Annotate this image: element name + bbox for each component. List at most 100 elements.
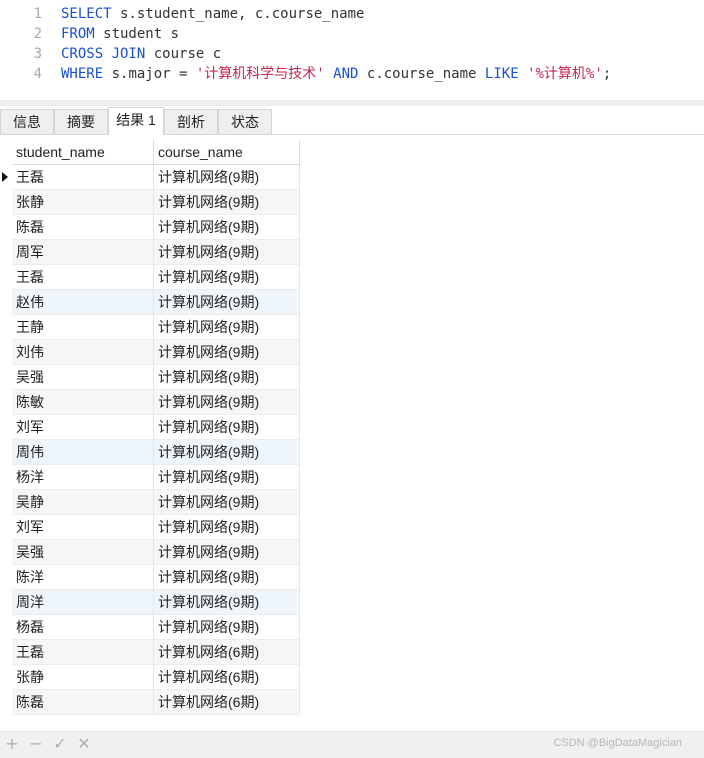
tab-0[interactable]: 信息	[0, 109, 54, 134]
table-row[interactable]: 周洋 计算机网络(9期)	[0, 590, 300, 615]
table-row[interactable]: 刘伟 计算机网络(9期)	[0, 340, 300, 365]
cell-course-name[interactable]: 计算机网络(6期)	[154, 640, 300, 665]
cell-course-name[interactable]: 计算机网络(9期)	[154, 340, 300, 365]
sql-editor[interactable]: 1 SELECT s.student_name, c.course_name 2 FR…	[0, 0, 704, 100]
cell-student-name[interactable]: 赵伟	[12, 290, 154, 315]
table-row[interactable]: 刘军 计算机网络(9期)	[0, 515, 300, 540]
cell-student-name[interactable]: 张静	[12, 190, 154, 215]
add-row-button[interactable]: +	[2, 734, 22, 754]
sql-keyword: FROM	[61, 26, 95, 42]
cell-course-name[interactable]: 计算机网络(9期)	[154, 415, 300, 440]
cell-course-name[interactable]: 计算机网络(9期)	[154, 440, 300, 465]
sql-string: '计算机科学与技术'	[195, 66, 325, 82]
cell-course-name[interactable]: 计算机网络(9期)	[154, 190, 300, 215]
cell-student-name[interactable]: 王磊	[12, 165, 154, 190]
table-row[interactable]: 吴强 计算机网络(9期)	[0, 540, 300, 565]
sql-text: student s	[94, 26, 180, 42]
cell-student-name[interactable]: 杨洋	[12, 465, 154, 490]
tab-1[interactable]: 摘要	[54, 109, 108, 134]
code-line[interactable]: 1 SELECT s.student_name, c.course_name	[0, 4, 704, 24]
cell-student-name[interactable]: 陈洋	[12, 565, 154, 590]
table-row[interactable]: 王磊 计算机网络(9期)	[0, 265, 300, 290]
code-line[interactable]: 3 CROSS JOIN course c	[0, 44, 704, 64]
apply-button[interactable]: ✓	[50, 734, 70, 754]
sql-keyword: LIKE	[484, 66, 519, 82]
cell-course-name[interactable]: 计算机网络(9期)	[154, 265, 300, 290]
sql-string: '%计算机%'	[527, 66, 603, 82]
table-row[interactable]: 张静 计算机网络(9期)	[0, 190, 300, 215]
discard-button[interactable]: ✕	[74, 734, 94, 754]
cell-student-name[interactable]: 周军	[12, 240, 154, 265]
sql-keyword: AND	[333, 66, 359, 82]
table-row[interactable]: 赵伟 计算机网络(9期)	[0, 290, 300, 315]
table-row[interactable]: 吴静 计算机网络(9期)	[0, 490, 300, 515]
table-row[interactable]: 周军 计算机网络(9期)	[0, 240, 300, 265]
cell-student-name[interactable]: 刘伟	[12, 340, 154, 365]
table-row[interactable]: 周伟 计算机网络(9期)	[0, 440, 300, 465]
cell-course-name[interactable]: 计算机网络(9期)	[154, 315, 300, 340]
table-row[interactable]: 陈磊 计算机网络(9期)	[0, 215, 300, 240]
cell-course-name[interactable]: 计算机网络(9期)	[154, 540, 300, 565]
cell-student-name[interactable]: 杨磊	[12, 615, 154, 640]
cell-student-name[interactable]: 吴强	[12, 365, 154, 390]
code-line[interactable]: 4 WHERE s.major = '计算机科学与技术' AND c.course…	[0, 64, 704, 84]
cell-course-name[interactable]: 计算机网络(9期)	[154, 515, 300, 540]
cell-course-name[interactable]: 计算机网络(9期)	[154, 390, 300, 415]
cell-course-name[interactable]: 计算机网络(9期)	[154, 165, 300, 190]
table-row[interactable]: 刘军 计算机网络(9期)	[0, 415, 300, 440]
table-row[interactable]: 杨洋 计算机网络(9期)	[0, 465, 300, 490]
line-number: 2	[33, 26, 42, 42]
code-text: SELECT s.student_name, c.course_name	[61, 4, 364, 24]
cell-course-name[interactable]: 计算机网络(9期)	[154, 565, 300, 590]
sql-text: c.course_name	[358, 66, 485, 82]
cell-course-name[interactable]: 计算机网络(9期)	[154, 365, 300, 390]
sql-keyword: CROSS JOIN	[61, 46, 146, 62]
cell-student-name[interactable]: 王磊	[12, 265, 154, 290]
cell-student-name[interactable]: 陈磊	[12, 215, 154, 240]
cell-course-name[interactable]: 计算机网络(9期)	[154, 240, 300, 265]
cell-student-name[interactable]: 陈敏	[12, 390, 154, 415]
sql-text: s.student_name, c.course_name	[111, 6, 365, 22]
table-row[interactable]: 王静 计算机网络(9期)	[0, 315, 300, 340]
line-number: 3	[33, 46, 42, 62]
cell-student-name[interactable]: 吴静	[12, 490, 154, 515]
column-header-course-name[interactable]: course_name	[154, 140, 300, 165]
sql-keyword: SELECT	[61, 6, 112, 22]
cell-course-name[interactable]: 计算机网络(9期)	[154, 590, 300, 615]
cell-student-name[interactable]: 吴强	[12, 540, 154, 565]
cell-student-name[interactable]: 刘军	[12, 415, 154, 440]
cell-course-name[interactable]: 计算机网络(6期)	[154, 690, 300, 715]
table-row[interactable]: 吴强 计算机网络(9期)	[0, 365, 300, 390]
cell-student-name[interactable]: 张静	[12, 665, 154, 690]
cell-student-name[interactable]: 王静	[12, 315, 154, 340]
cell-student-name[interactable]: 陈磊	[12, 690, 154, 715]
tab-3[interactable]: 剖析	[164, 109, 218, 134]
cell-course-name[interactable]: 计算机网络(9期)	[154, 290, 300, 315]
table-row[interactable]: 王磊 计算机网络(6期)	[0, 640, 300, 665]
cell-course-name[interactable]: 计算机网络(6期)	[154, 665, 300, 690]
table-row[interactable]: 王磊 计算机网络(9期)	[0, 165, 300, 190]
cell-student-name[interactable]: 周伟	[12, 440, 154, 465]
column-header-student-name[interactable]: student_name	[12, 140, 154, 165]
table-row[interactable]: 陈洋 计算机网络(9期)	[0, 565, 300, 590]
delete-row-button[interactable]: −	[26, 734, 46, 754]
cell-course-name[interactable]: 计算机网络(9期)	[154, 465, 300, 490]
table-row[interactable]: 陈磊 计算机网络(6期)	[0, 690, 300, 715]
sql-text: ;	[602, 66, 612, 82]
code-line[interactable]: 2 FROM student s	[0, 24, 704, 44]
cell-student-name[interactable]: 刘军	[12, 515, 154, 540]
cell-course-name[interactable]: 计算机网络(9期)	[154, 215, 300, 240]
code-text: WHERE s.major = '计算机科学与技术' AND c.course_…	[61, 64, 611, 84]
cell-course-name[interactable]: 计算机网络(9期)	[154, 490, 300, 515]
tab-2[interactable]: 结果 1	[108, 107, 164, 135]
cell-student-name[interactable]: 王磊	[12, 640, 154, 665]
cell-student-name[interactable]: 周洋	[12, 590, 154, 615]
table-row[interactable]: 张静 计算机网络(6期)	[0, 665, 300, 690]
sql-text: s.major =	[103, 66, 196, 82]
table-row[interactable]: 杨磊 计算机网络(9期)	[0, 615, 300, 640]
cell-course-name[interactable]: 计算机网络(9期)	[154, 615, 300, 640]
tab-4[interactable]: 状态	[218, 109, 272, 134]
table-row[interactable]: 陈敏 计算机网络(9期)	[0, 390, 300, 415]
